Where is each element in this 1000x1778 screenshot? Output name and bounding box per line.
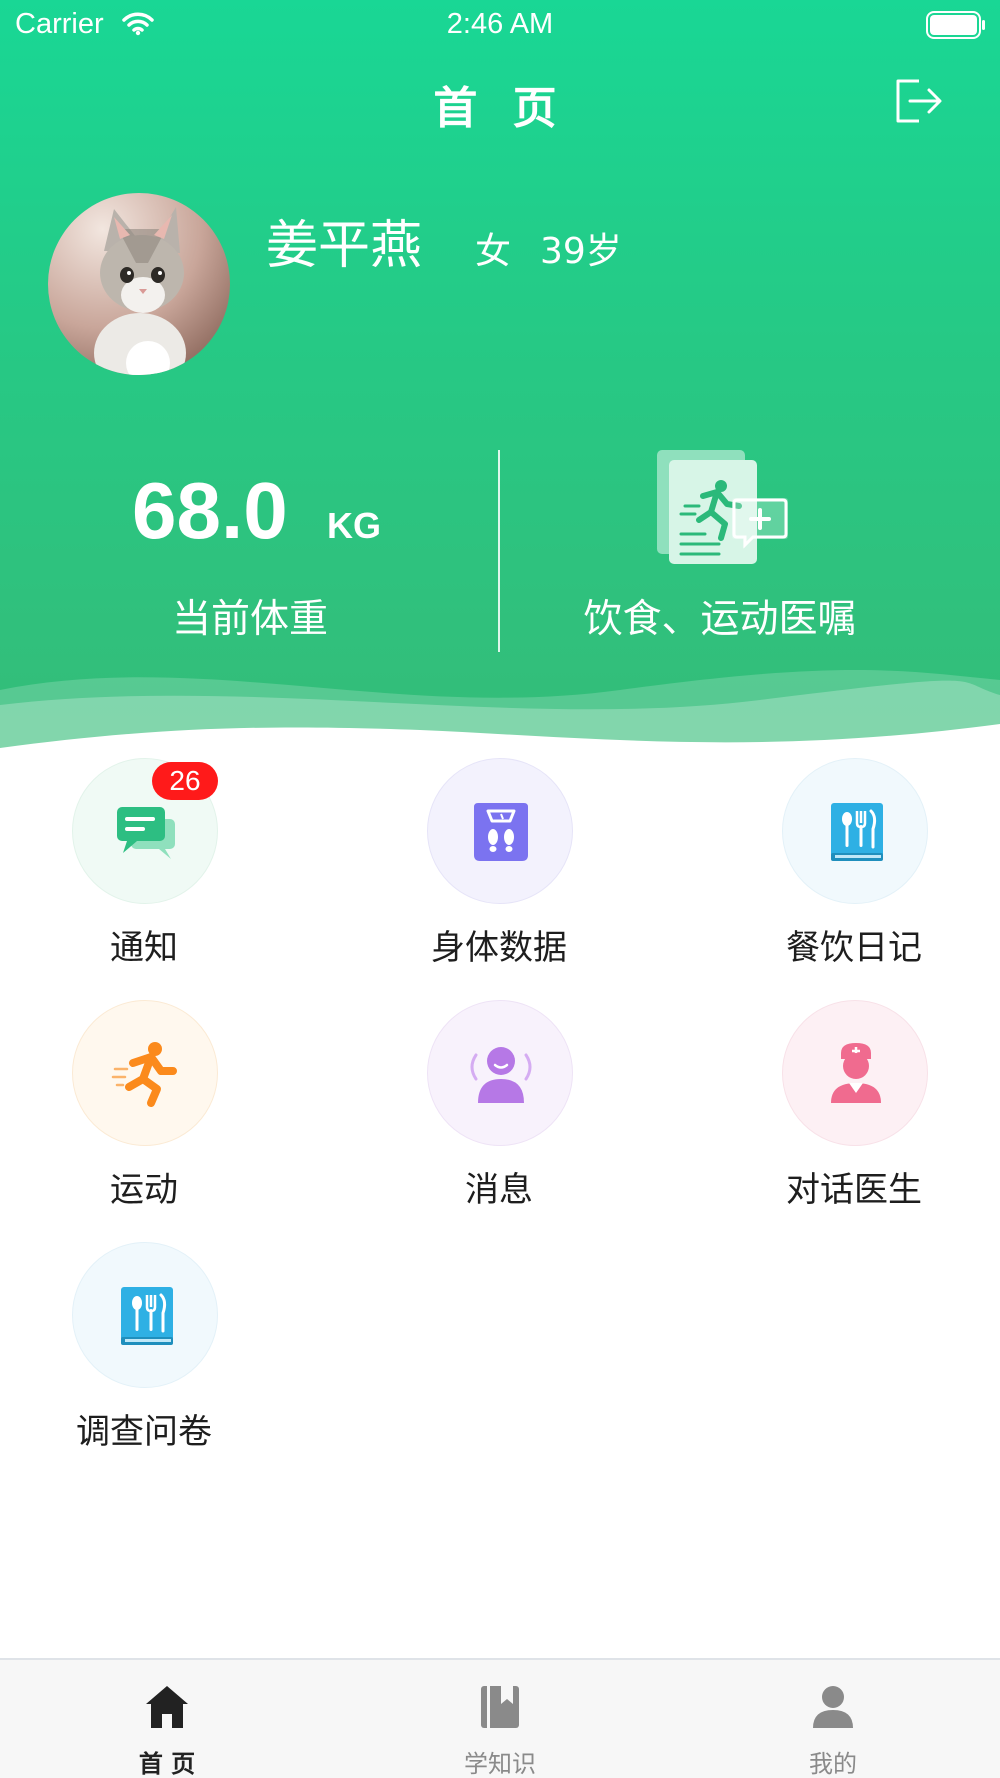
message-person-icon — [470, 1047, 532, 1103]
tab-bar: 首 页 学知识 我的 — [0, 1658, 1000, 1778]
weight-unit: KG — [327, 505, 381, 546]
grid-label: 调查问卷 — [76, 1412, 212, 1452]
grid-item-questionnaire[interactable]: 调查问卷 — [34, 1242, 254, 1452]
nurse-icon — [831, 1043, 881, 1103]
diet-diary-circle — [782, 758, 928, 904]
logout-icon[interactable] — [893, 77, 945, 125]
user-gender: 女 — [475, 231, 512, 272]
weight-value: 68.0 — [132, 466, 288, 555]
scale-icon — [474, 803, 528, 861]
grid-label: 对话医生 — [786, 1170, 922, 1210]
avatar[interactable] — [48, 193, 230, 375]
cat-avatar-image — [48, 193, 230, 375]
exercise-circle — [72, 1000, 218, 1146]
unread-count-badge: 26 — [152, 762, 218, 800]
grid-item-messages[interactable]: 消息 — [389, 1000, 609, 1210]
book-icon — [481, 1686, 519, 1728]
tab-label: 首 页 — [138, 1750, 196, 1778]
medical-advice-label[interactable]: 饮食、运动医嘱 — [560, 588, 880, 644]
grid-label: 餐饮日记 — [786, 928, 922, 968]
status-time: 2:46 AM — [446, 8, 554, 40]
tab-learn[interactable]: 学知识 — [375, 1660, 625, 1778]
running-icon — [111, 1042, 177, 1107]
grid-item-body-data[interactable]: 身体数据 — [389, 758, 609, 968]
chat-bubbles-icon — [117, 807, 175, 859]
grid-item-doctor-chat[interactable]: 对话医生 — [744, 1000, 964, 1210]
page-title: 首 页 — [433, 83, 567, 134]
tab-mine[interactable]: 我的 — [708, 1660, 958, 1778]
tab-home[interactable]: 首 页 — [42, 1660, 292, 1778]
grid-item-notifications[interactable]: 通知 — [34, 758, 254, 968]
weight-label: 当前体重 — [171, 597, 328, 642]
doctor-chat-circle — [782, 1000, 928, 1146]
profile-header: Carrier 2:46 AM 首 页 姜平燕 女 39岁 68.0 KG 当前… — [0, 0, 1000, 760]
grid-item-exercise[interactable]: 运动 — [34, 1000, 254, 1210]
questionnaire-book-icon — [121, 1287, 173, 1345]
diet-book-icon — [831, 803, 883, 861]
user-name: 姜平燕 — [266, 216, 423, 276]
home-icon — [146, 1686, 188, 1728]
tab-label: 学知识 — [464, 1750, 536, 1778]
messages-circle — [427, 1000, 573, 1146]
wave-decoration — [0, 670, 1000, 760]
person-icon — [813, 1686, 853, 1728]
tab-label: 我的 — [809, 1750, 857, 1778]
grid-label: 身体数据 — [431, 928, 567, 968]
medical-advice-icon[interactable] — [655, 448, 790, 566]
battery-icon — [926, 11, 985, 39]
grid-label: 消息 — [465, 1170, 533, 1210]
stats-divider — [498, 450, 500, 652]
grid-item-diet-diary[interactable]: 餐饮日记 — [744, 758, 964, 968]
questionnaire-circle — [72, 1242, 218, 1388]
grid-label: 运动 — [110, 1170, 178, 1210]
user-age: 39岁 — [540, 231, 622, 272]
body-data-circle — [427, 758, 573, 904]
grid-label: 通知 — [110, 928, 178, 968]
status-bar: Carrier 2:46 AM — [0, 0, 1000, 50]
